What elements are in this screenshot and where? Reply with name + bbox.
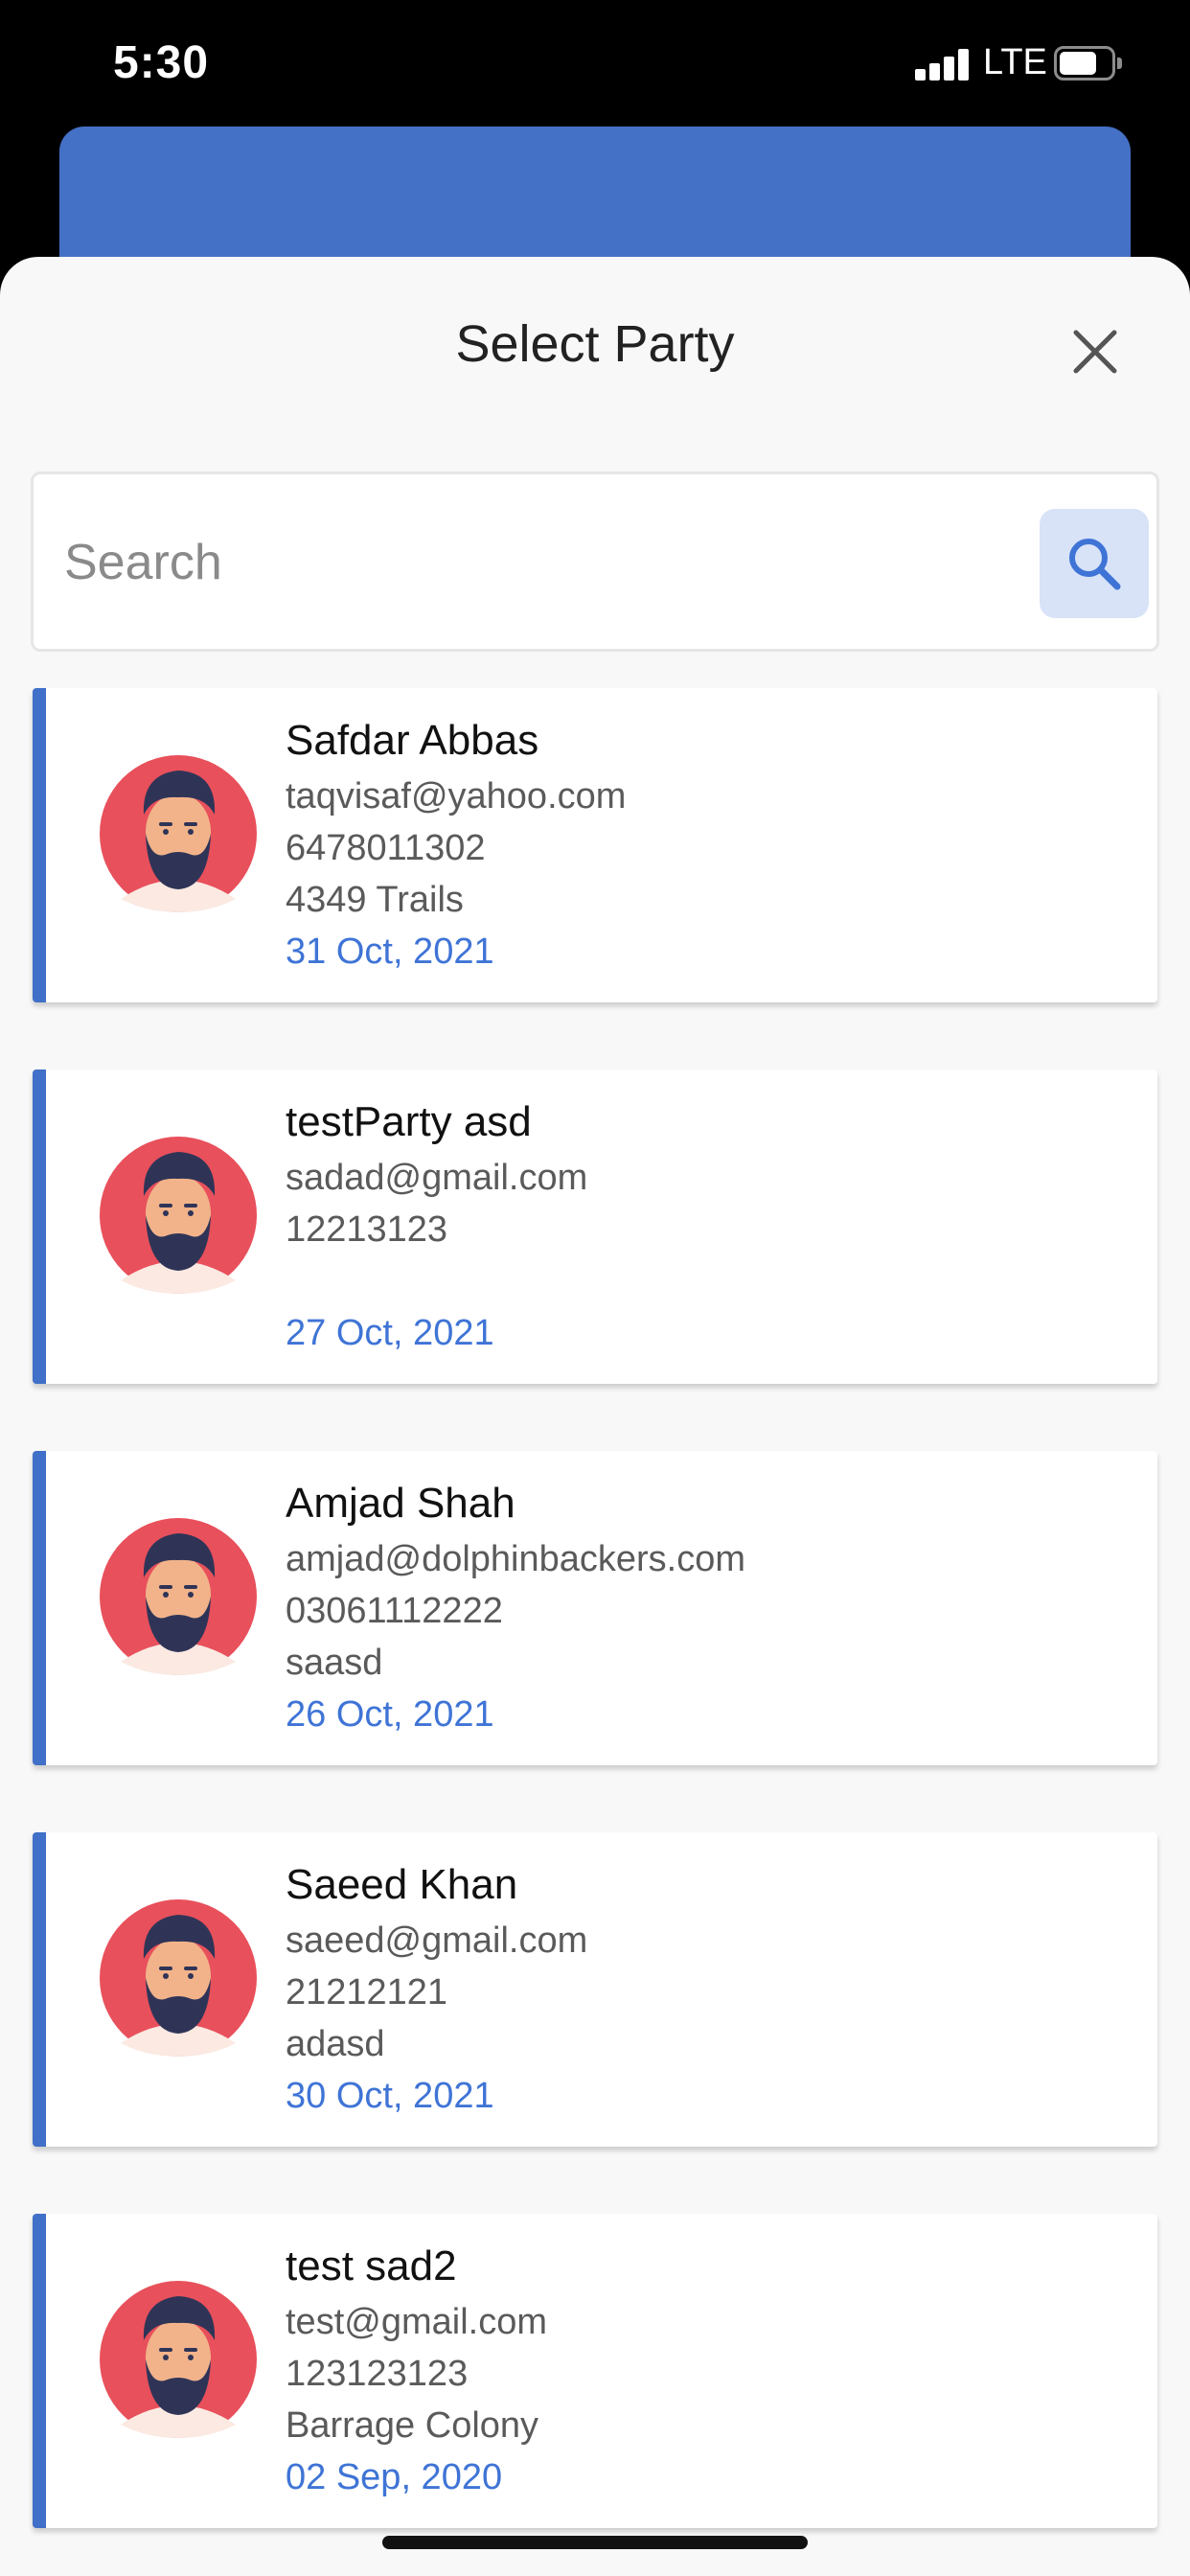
party-details: test sad2 test@gmail.com 123123123 Barrage … xyxy=(286,2237,1148,2503)
party-email: taqvisaf@yahoo.com xyxy=(286,776,627,816)
party-date: 30 Oct, 2021 xyxy=(286,2076,494,2116)
party-date: 02 Sep, 2020 xyxy=(286,2457,503,2497)
party-card[interactable]: Safdar Abbas taqvisaf@yahoo.com 6478011302… xyxy=(33,688,1157,1002)
close-button[interactable] xyxy=(1064,320,1127,383)
party-name: Amjad Shah xyxy=(286,1480,515,1527)
status-time: 5:30 xyxy=(113,37,210,88)
select-party-sheet: Select Party Safdar Abbas taqvisaf@yahoo.… xyxy=(0,257,1190,2576)
party-email: sadad@gmail.com xyxy=(286,1158,588,1198)
party-avatar-icon xyxy=(100,1518,257,1675)
party-avatar-icon xyxy=(100,755,257,912)
party-phone: 6478011302 xyxy=(286,828,486,868)
party-date: 31 Oct, 2021 xyxy=(286,932,494,972)
party-avatar-icon xyxy=(100,2281,257,2438)
party-name: Safdar Abbas xyxy=(286,717,539,764)
party-email: test@gmail.com xyxy=(286,2302,547,2342)
party-avatar-icon xyxy=(100,1137,257,1294)
search-input[interactable] xyxy=(64,513,1022,612)
party-avatar-icon xyxy=(100,1899,257,2057)
status-bar: 5:30 LTE xyxy=(0,0,1190,126)
party-card[interactable]: testParty asd sadad@gmail.com 12213123 27 O… xyxy=(33,1070,1157,1384)
party-date: 26 Oct, 2021 xyxy=(286,1694,494,1735)
party-date: 27 Oct, 2021 xyxy=(286,1313,494,1353)
party-address: 4349 Trails xyxy=(286,880,464,920)
party-card[interactable]: Saeed Khan saeed@gmail.com 21212121 adasd 30… xyxy=(33,1832,1157,2147)
party-email: saeed@gmail.com xyxy=(286,1920,588,1961)
search-icon xyxy=(1069,539,1121,590)
party-details: testParty asd sadad@gmail.com 12213123 27 O… xyxy=(286,1092,1148,1359)
party-card[interactable]: test sad2 test@gmail.com 123123123 Barrage … xyxy=(33,2214,1157,2528)
party-phone: 123123123 xyxy=(286,2354,469,2394)
party-details: Safdar Abbas taqvisaf@yahoo.com 6478011302… xyxy=(286,711,1148,978)
party-name: test sad2 xyxy=(286,2242,457,2289)
party-phone: 21212121 xyxy=(286,1972,448,2012)
search-button[interactable] xyxy=(1040,509,1149,618)
network-type: LTE xyxy=(983,42,1047,82)
party-details: Amjad Shah amjad@dolphinbackers.com 030611… xyxy=(286,1474,1148,1740)
party-phone: 03061112222 xyxy=(286,1591,503,1631)
party-address: adasd xyxy=(286,2024,385,2064)
party-address xyxy=(286,1255,1148,1307)
party-email: amjad@dolphinbackers.com xyxy=(286,1539,746,1579)
signal-strength-icon xyxy=(915,48,971,80)
party-address: saasd xyxy=(286,1643,383,1683)
close-icon xyxy=(1073,330,1117,374)
party-phone: 12213123 xyxy=(286,1209,448,1250)
party-details: Saeed Khan saeed@gmail.com 21212121 adasd 30… xyxy=(286,1855,1148,2122)
party-name: Saeed Khan xyxy=(286,1861,518,1908)
party-card[interactable]: Amjad Shah amjad@dolphinbackers.com 030611… xyxy=(33,1451,1157,1765)
battery-icon xyxy=(1054,46,1122,80)
search-bar xyxy=(31,472,1159,652)
party-name: testParty asd xyxy=(286,1098,532,1145)
party-address: Barrage Colony xyxy=(286,2405,539,2446)
home-indicator xyxy=(382,2536,808,2549)
sheet-title: Select Party xyxy=(455,315,735,373)
